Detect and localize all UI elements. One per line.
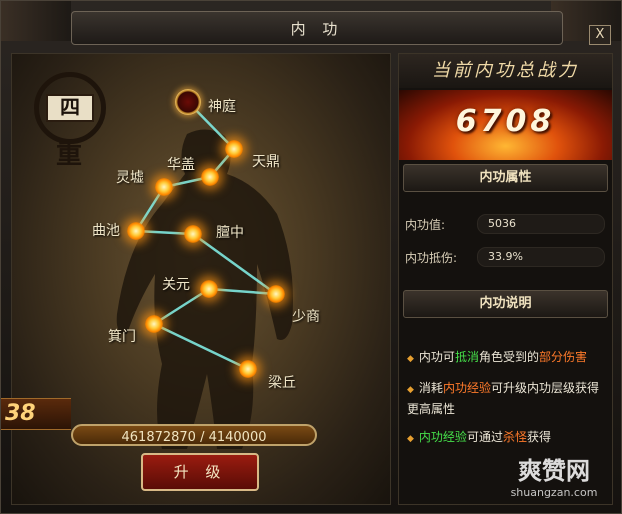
node-label-guanyuan: 关元 [162,277,190,293]
attribute-value-field: 5036 [477,214,605,234]
attribute-row-value: 内功值: 5036 [405,214,605,236]
level-badge: 38 [1,398,71,430]
desc-highlight: 内功经验 [418,430,467,444]
meridian-node-shenting[interactable] [175,89,201,115]
level-badge-value: 38 [5,401,36,426]
meridian-node-jimen[interactable] [145,315,163,333]
meridian-node-quchi[interactable] [127,222,145,240]
desc-highlight: 杀怪 [502,430,527,444]
meridian-node-tianding[interactable] [225,140,243,158]
attribute-label: 内功抵伤: [405,251,458,265]
close-button[interactable]: X [589,25,611,45]
internal-skill-window: 内 功 X 四 重 神庭 天鼎 华盖 灵墟 曲池 膻中 关元 少商 箕门 梁丘 … [0,0,622,514]
diamond-bullet-icon: ◆ [407,385,414,395]
meridian-node-lingxu[interactable] [155,178,173,196]
node-label-liangqiu: 梁丘 [268,375,296,391]
desc-text: 内功可 [418,350,455,364]
description-line: ◆ 消耗内功经验可升级内功层级获得更高属性 [407,379,607,419]
attributes-header: 内功属性 [403,164,608,192]
desc-text: 消耗 [418,381,443,395]
attribute-value-field: 33.9% [477,247,605,267]
window-title: 内 功 [290,19,344,38]
meridian-node-shaoshang[interactable] [267,285,285,303]
node-label-huagai: 华盖 [167,157,195,173]
meridian-node-liangqiu[interactable] [239,360,257,378]
upgrade-button-label: 升 级 [173,463,227,481]
desc-highlight: 部分伤害 [538,350,587,364]
meridian-node-guanyuan[interactable] [200,280,218,298]
watermark-url: shuangzan.com [510,486,598,499]
attribute-row-damage-reduction: 内功抵伤: 33.9% [405,247,605,269]
desc-text: 角色受到的 [478,350,539,364]
power-title: 当前内功总战力 [432,60,579,81]
node-label-shaoshang: 少商 [292,309,320,325]
attribute-value: 5036 [488,217,516,230]
node-label-lingxu: 灵墟 [116,170,144,186]
attribute-value: 33.9% [488,250,523,263]
node-label-tianding: 天鼎 [252,154,280,170]
power-value: 6708 [455,104,556,139]
meridian-node-huagai[interactable] [201,168,219,186]
description-line: ◆ 内功可抵消角色受到的部分伤害 [407,348,607,369]
watermark-logo: 爽赞网 [518,457,590,485]
node-label-danzhong: 膻中 [216,225,244,241]
description-heading: 内功说明 [479,296,532,311]
node-label-quchi: 曲池 [92,223,120,239]
diamond-bullet-icon: ◆ [407,434,414,444]
diamond-bullet-icon: ◆ [407,354,414,364]
window-titlebar: 内 功 [71,11,563,45]
upgrade-button[interactable]: 升 级 [141,453,259,491]
attributes-heading: 内功属性 [479,170,532,185]
power-display: 6708 [399,90,612,160]
desc-highlight: 内功经验 [442,381,491,395]
info-panel: 当前内功总战力 6708 内功属性 内功值: 5036 内功抵伤: 33.9% … [398,53,613,505]
site-watermark: 爽赞网 shuangzan.com [491,451,617,503]
node-label-jimen: 箕门 [108,329,136,345]
power-header: 当前内功总战力 [399,54,612,88]
desc-text: 获得 [526,430,551,444]
desc-highlight: 抵消 [454,350,479,364]
description-header: 内功说明 [403,290,608,318]
description-line: ◆ 内功经验可通过杀怪获得 [407,428,607,449]
frame-ornament-left [1,1,71,41]
desc-text: 可通过 [466,430,503,444]
node-label-shenting: 神庭 [208,99,236,115]
experience-text: 461872870 / 4140000 [121,430,267,445]
meridian-node-danzhong[interactable] [184,225,202,243]
experience-bar: 461872870 / 4140000 [71,424,317,446]
attribute-label: 内功值: [405,218,446,232]
